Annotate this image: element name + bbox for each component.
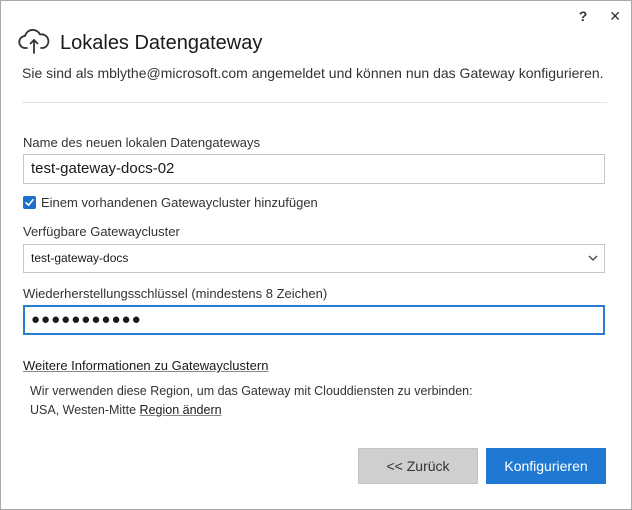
add-to-cluster-label: Einem vorhandenen Gatewaycluster hinzufü… xyxy=(41,195,318,210)
cloud-upload-icon xyxy=(18,27,50,60)
region-description: Wir verwenden diese Region, um das Gatew… xyxy=(30,384,473,398)
more-info-link[interactable]: Weitere Informationen zu Gatewayclustern xyxy=(23,358,268,373)
region-line: USA, Westen-Mitte Region ändern xyxy=(30,401,473,420)
header-divider xyxy=(22,102,607,103)
gateway-name-label: Name des neuen lokalen Datengateways xyxy=(23,135,261,150)
back-button[interactable]: << Zurück xyxy=(358,448,478,484)
checkmark-icon xyxy=(25,198,34,206)
selected-cluster-value: test-gateway-docs xyxy=(31,251,129,265)
gateway-config-dialog: ? ✕ Lokales Datengateway Sie sind als mb… xyxy=(0,0,632,510)
close-button[interactable]: ✕ xyxy=(609,7,621,25)
dialog-title: Lokales Datengateway xyxy=(60,32,263,54)
change-region-link[interactable]: Region ändern xyxy=(140,403,222,417)
gateway-name-input[interactable]: test-gateway-docs-02 xyxy=(23,154,605,184)
add-to-cluster-row[interactable]: Einem vorhandenen Gatewaycluster hinzufü… xyxy=(23,195,318,210)
available-clusters-label: Verfügbare Gatewaycluster xyxy=(23,224,180,239)
region-value: USA, Westen-Mitte xyxy=(30,403,137,417)
recovery-key-label: Wiederherstellungsschlüssel (mindestens … xyxy=(23,286,328,301)
title-bar-controls: ? ✕ xyxy=(579,7,621,25)
dialog-header: Lokales Datengateway xyxy=(18,27,262,60)
add-to-cluster-checkbox[interactable] xyxy=(23,196,36,209)
configure-button[interactable]: Konfigurieren xyxy=(486,448,606,484)
available-clusters-select[interactable]: test-gateway-docs xyxy=(23,244,605,273)
recovery-key-input[interactable]: ●●●●●●●●●●● xyxy=(23,305,605,335)
region-info: Wir verwenden diese Region, um das Gatew… xyxy=(30,382,473,420)
signed-in-message: Sie sind als mblythe@microsoft.com angem… xyxy=(22,65,604,81)
chevron-down-icon xyxy=(588,255,598,261)
help-button[interactable]: ? xyxy=(579,7,588,25)
